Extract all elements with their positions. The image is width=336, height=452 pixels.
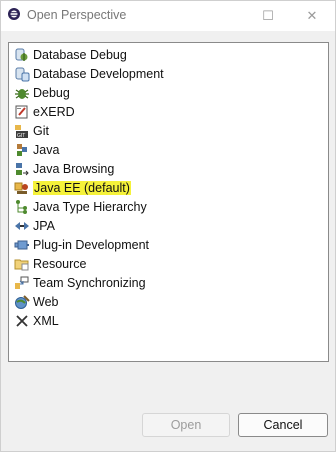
list-item[interactable]: Java — [14, 140, 314, 159]
list-item[interactable]: XML — [14, 311, 314, 330]
list-item[interactable]: Web — [14, 292, 314, 311]
cancel-button[interactable]: Cancel — [238, 413, 328, 437]
list-item[interactable]: Java Browsing — [14, 159, 314, 178]
perspective-label: Git — [33, 123, 49, 138]
open-perspective-dialog: Open Perspective ☐ ✕ Database Debug Data… — [0, 0, 336, 452]
list-item[interactable]: Resource — [14, 254, 314, 273]
maximize-button[interactable]: ☐ — [245, 1, 291, 31]
perspective-label: Debug — [33, 85, 70, 100]
perspective-label: Plug-in Development — [33, 237, 150, 252]
eclipse-app-icon — [7, 7, 21, 21]
list-item[interactable]: Plug-in Development — [14, 235, 314, 254]
maximize-icon: ☐ — [262, 8, 274, 23]
close-icon: ✕ — [306, 8, 318, 23]
team-sync-icon — [14, 275, 30, 291]
perspective-label: Database Development — [33, 66, 164, 81]
title-bar[interactable]: Open Perspective ☐ ✕ — [1, 1, 335, 31]
list-item[interactable]: Database Development — [14, 64, 314, 83]
list-item[interactable]: Debug — [14, 83, 314, 102]
open-button[interactable]: Open — [142, 413, 230, 437]
perspective-label: Web — [33, 294, 59, 309]
database-debug-icon — [14, 47, 30, 63]
java-icon — [14, 142, 30, 158]
java-ee-icon — [14, 180, 30, 196]
list-item[interactable]: Java Type Hierarchy — [14, 197, 314, 216]
perspective-label: Java Type Hierarchy — [33, 199, 147, 214]
plugin-icon — [14, 237, 30, 253]
database-development-icon — [14, 66, 30, 82]
perspective-label: XML — [33, 313, 59, 328]
perspective-label: Java EE (default) — [33, 180, 131, 195]
perspective-label: Java Browsing — [33, 161, 115, 176]
list-item-selected[interactable]: Java EE (default) — [14, 178, 314, 197]
jpa-icon — [14, 218, 30, 234]
folder-icon — [14, 256, 30, 272]
java-browsing-icon — [14, 161, 30, 177]
perspective-label: Java — [33, 142, 60, 157]
exerd-icon — [14, 104, 30, 120]
type-hierarchy-icon — [14, 199, 30, 215]
list-item[interactable]: eXERD — [14, 102, 314, 121]
bug-icon — [14, 85, 30, 101]
list-item[interactable]: Team Synchronizing — [14, 273, 314, 292]
svg-text:GIT: GIT — [17, 133, 25, 139]
close-button[interactable]: ✕ — [289, 1, 335, 31]
web-icon — [14, 294, 30, 310]
xml-icon — [14, 313, 30, 329]
perspective-label: Team Synchronizing — [33, 275, 146, 290]
perspective-label: Resource — [33, 256, 87, 271]
perspective-list[interactable]: Database Debug Database Development Debu… — [8, 42, 329, 362]
dialog-title: Open Perspective — [27, 8, 127, 22]
perspective-label: eXERD — [33, 104, 75, 119]
list-item[interactable]: JPA — [14, 216, 314, 235]
perspective-label: Database Debug — [33, 47, 127, 62]
list-item[interactable]: Database Debug — [14, 45, 314, 64]
list-item[interactable]: GIT Git — [14, 121, 314, 140]
git-icon: GIT — [14, 123, 30, 139]
perspective-label: JPA — [33, 218, 55, 233]
